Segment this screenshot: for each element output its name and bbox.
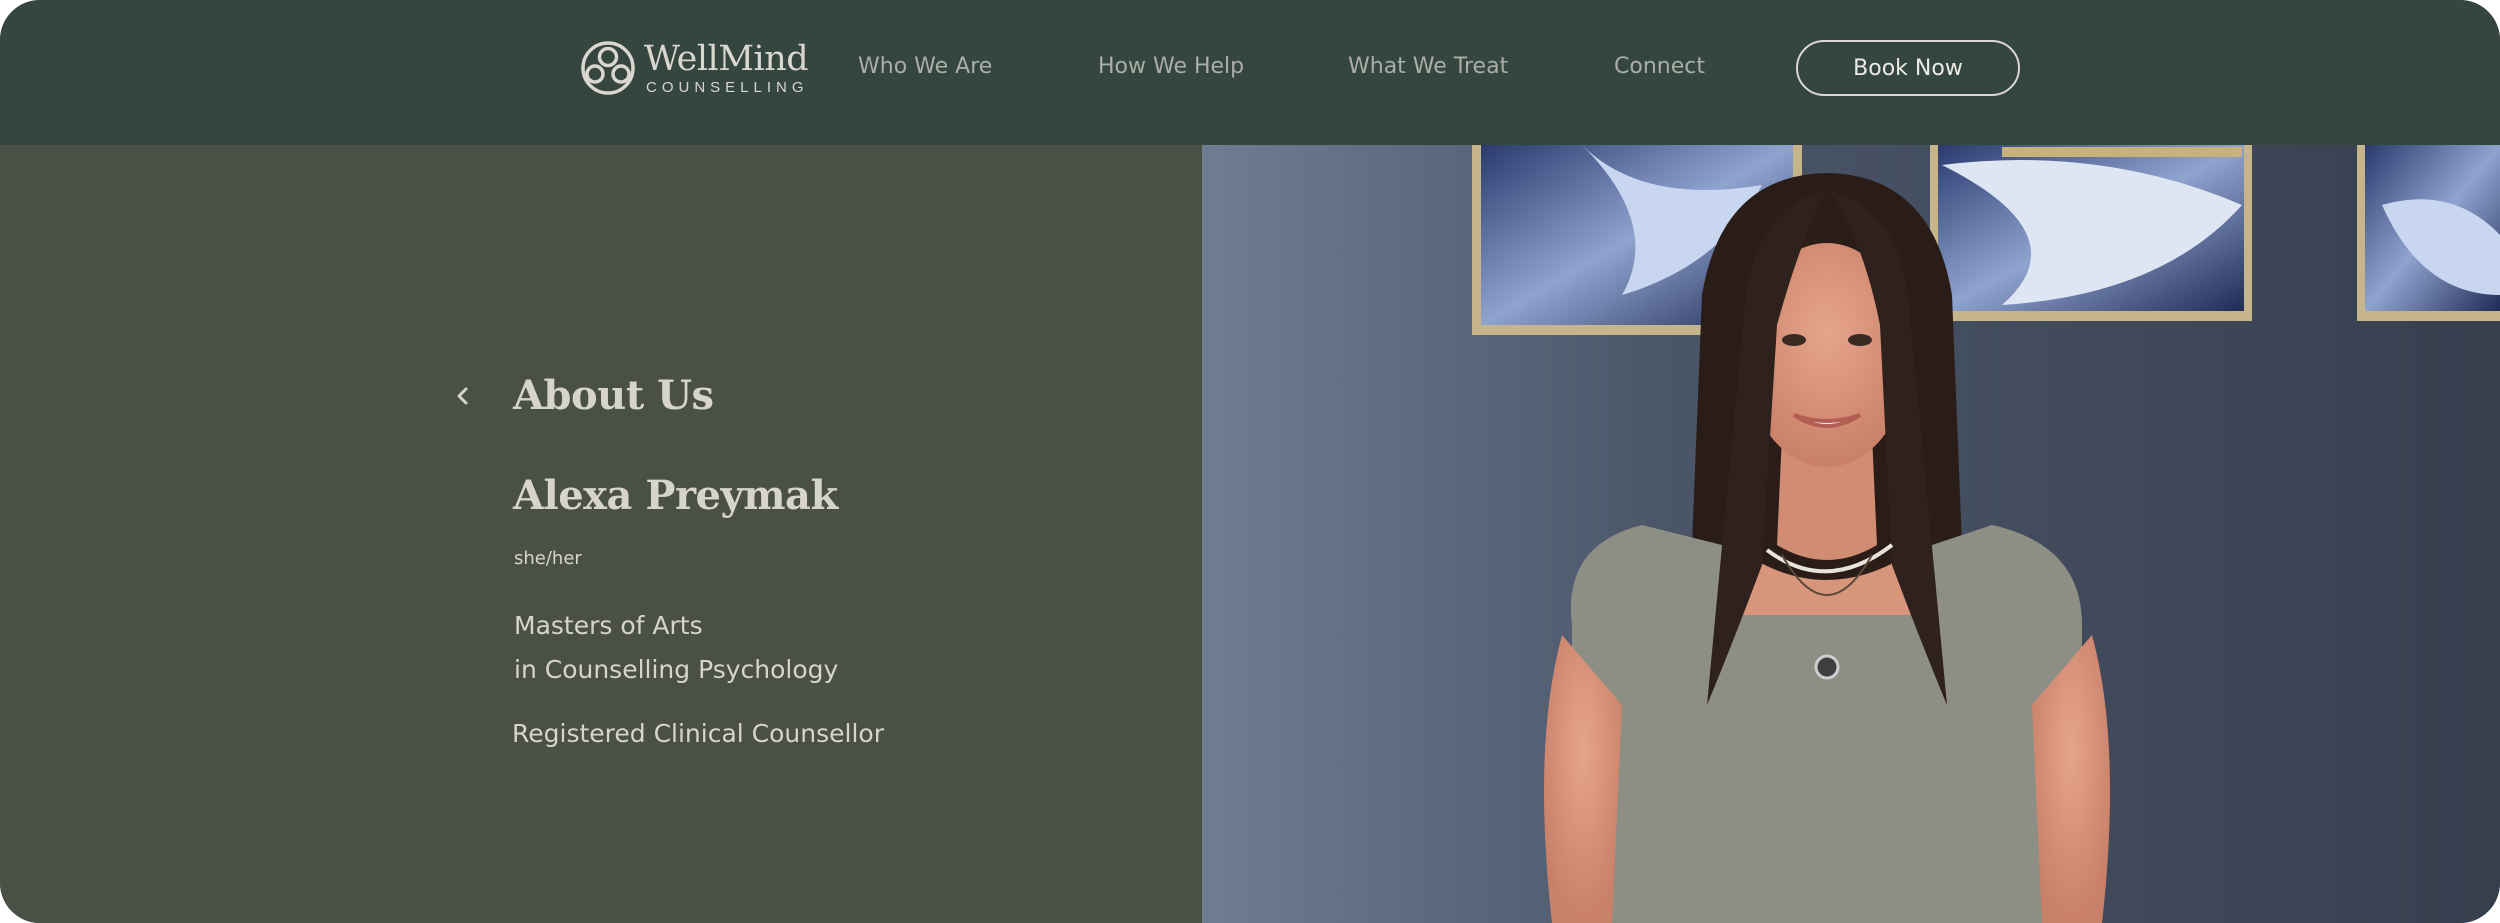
- section-title: About Us: [513, 372, 714, 419]
- brand-name: WellMind: [644, 38, 809, 79]
- top-navbar: WellMind COUNSELLING Who We Are How We H…: [0, 0, 2500, 145]
- nav-link-connect[interactable]: Connect: [1614, 54, 1705, 79]
- brand-wordmark: WellMind COUNSELLING: [644, 38, 809, 96]
- counsellor-photo-illustration: [1202, 145, 2500, 923]
- counsellor-photo: [1202, 145, 2500, 923]
- degree-line-2: in Counselling Psychology: [514, 655, 839, 684]
- brand-logo[interactable]: WellMind COUNSELLING: [580, 38, 809, 98]
- chevron-left-icon: [457, 387, 468, 405]
- counsellor-name: Alexa Preymak: [513, 472, 838, 519]
- back-button[interactable]: [448, 378, 478, 414]
- page-frame: WellMind COUNSELLING Who We Are How We H…: [0, 0, 2500, 923]
- nav-link-who-we-are[interactable]: Who We Are: [858, 54, 992, 79]
- degree-line-1: Masters of Arts: [514, 611, 703, 640]
- counsellor-designation: Registered Clinical Counsellor: [512, 719, 884, 748]
- brand-subtitle: COUNSELLING: [646, 78, 809, 96]
- counsellor-pronouns: she/her: [514, 548, 582, 569]
- nav-link-what-we-treat[interactable]: What We Treat: [1348, 54, 1508, 79]
- profile-panel: [0, 145, 1202, 923]
- counsellor-degree: Masters of Arts in Counselling Psycholog…: [514, 604, 838, 692]
- book-now-button[interactable]: Book Now: [1796, 40, 2020, 96]
- nav-link-how-we-help[interactable]: How We Help: [1098, 54, 1244, 79]
- wellmind-logo-icon: [581, 41, 635, 95]
